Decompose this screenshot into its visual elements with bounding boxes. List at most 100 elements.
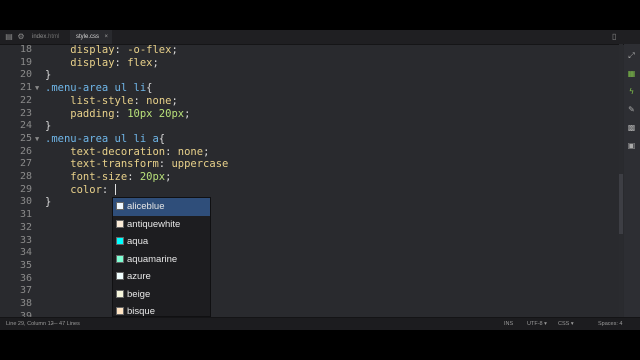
line-number: 32	[19, 221, 32, 233]
cursor-position[interactable]: Line 29, Column 12	[6, 318, 54, 330]
chart-icon[interactable]: ▦	[627, 69, 636, 78]
file-icon[interactable]: ▯	[612, 32, 620, 41]
color-swatch-icon	[116, 289, 124, 298]
code-line[interactable]: 30}	[0, 196, 615, 209]
tab-label-suffix: .html	[46, 34, 60, 40]
line-number: 21	[19, 82, 32, 94]
checker-icon[interactable]: ▩	[627, 123, 636, 132]
line-number: 36	[19, 272, 32, 284]
code-line[interactable]: 26 text-decoration: none;	[0, 146, 615, 159]
autocomplete-item[interactable]: azure	[113, 268, 210, 286]
encoding-select[interactable]: UTF-8 ▾	[527, 318, 547, 330]
code-line[interactable]: 32	[0, 222, 615, 235]
line-number: 19	[19, 56, 32, 68]
fold-arrow-icon[interactable]: ▼	[35, 133, 39, 146]
code-line[interactable]: 29 color:	[0, 184, 615, 197]
code-token: ;	[184, 107, 191, 120]
code-text: .menu-area ul li{	[45, 82, 152, 95]
code-line[interactable]: 35	[0, 260, 615, 273]
code-line[interactable]: 22 list-style: none;	[0, 95, 615, 108]
code-area[interactable]: 18 display: -o-flex; 19 display: flex; 20}…	[0, 44, 620, 322]
tab-index-html[interactable]: index.html	[26, 30, 70, 44]
fold-arrow-icon[interactable]: ▼	[35, 82, 39, 95]
code-token: :	[133, 94, 147, 107]
autocomplete-item[interactable]: bisque	[113, 303, 210, 316]
code-line[interactable]: 34	[0, 247, 615, 260]
tab-style-css[interactable]: style.css ×	[70, 30, 112, 44]
autocomplete-label: antiquewhite	[127, 218, 181, 230]
code-line[interactable]: 20}	[0, 69, 615, 82]
color-swatch-icon	[116, 272, 124, 280]
autocomplete-label: beige	[127, 288, 151, 300]
code-token: :	[114, 107, 128, 120]
code-token: :	[114, 56, 128, 69]
code-token: padding	[45, 107, 115, 120]
code-token: color	[45, 183, 102, 196]
code-token: display	[45, 56, 115, 69]
lightning-icon[interactable]: ϟ	[627, 87, 636, 96]
code-line[interactable]: 36	[0, 273, 615, 286]
code-line[interactable]: 27 text-transform: uppercase	[0, 158, 615, 171]
code-line[interactable]: 24}	[0, 120, 615, 133]
autocomplete-item[interactable]: aquamarine	[113, 251, 210, 269]
autocomplete-item[interactable]: beige	[113, 286, 210, 304]
doc-icon[interactable]: ▤	[4, 32, 14, 42]
extension-icon[interactable]: ⤢	[627, 51, 636, 60]
code-token: :	[127, 171, 140, 183]
code-line[interactable]: 37	[0, 285, 615, 298]
close-icon[interactable]: ×	[104, 30, 108, 44]
scrollbar[interactable]	[619, 44, 623, 317]
tab-label: style.css	[76, 34, 100, 40]
code-token: text-transform	[45, 158, 159, 171]
code-token: :	[158, 158, 172, 171]
code-token: }	[45, 69, 52, 82]
code-token: :	[114, 44, 128, 56]
code-line[interactable]: 25 ▼ .menu-area ul li a{	[0, 133, 615, 146]
line-number: 25	[19, 132, 32, 144]
box-icon[interactable]: ▣	[627, 141, 636, 150]
line-number: 20	[19, 69, 32, 81]
text-caret	[114, 184, 116, 196]
gear-icon[interactable]: ⚙	[16, 32, 26, 42]
line-number: 38	[19, 298, 32, 309]
code-text: text-decoration: none;	[45, 146, 209, 159]
code-token: {	[158, 132, 166, 145]
code-token: 20px	[139, 171, 166, 183]
insert-mode[interactable]: INS	[504, 318, 513, 330]
line-number: 35	[19, 259, 32, 271]
autocomplete-label: aqua	[127, 236, 149, 247]
code-line[interactable]: 23 padding: 10px 20px;	[0, 108, 615, 121]
line-number: 23	[19, 107, 32, 119]
code-line[interactable]: 31	[0, 209, 615, 222]
scroll-thumb[interactable]	[619, 174, 623, 234]
code-line[interactable]: 18 display: -o-flex;	[0, 44, 615, 57]
tab-label: index	[32, 34, 47, 40]
line-number: 33	[19, 234, 32, 246]
line-number: 34	[19, 247, 32, 259]
line-number: 37	[19, 285, 32, 297]
autocomplete-item[interactable]: aliceblue	[113, 198, 210, 216]
code-line[interactable]: 28 font-size: 20px;	[0, 171, 615, 184]
color-swatch-icon	[116, 307, 124, 315]
line-count: — 47 Lines	[52, 321, 80, 327]
line-number: 18	[19, 44, 32, 55]
line-number: 31	[19, 209, 32, 221]
language-select[interactable]: CSS ▾	[558, 318, 574, 330]
encoding-label: UTF-8	[527, 321, 543, 327]
code-text: display: -o-flex;	[45, 44, 178, 57]
color-swatch-icon	[116, 202, 124, 210]
code-token: ;	[165, 171, 172, 183]
autocomplete-list[interactable]: aliceblue antiquewhite aqua aquamarine azure…	[112, 197, 211, 317]
autocomplete-item[interactable]: aqua	[113, 233, 210, 251]
code-token: {	[146, 82, 153, 95]
code-line[interactable]: 33	[0, 235, 615, 248]
spaces-setting[interactable]: Spaces: 4	[598, 318, 622, 330]
code-line[interactable]: 19 display: flex;	[0, 57, 615, 70]
settings-icon[interactable]: ✎	[627, 105, 636, 114]
code-token: flex	[127, 56, 153, 69]
code-text: }	[45, 69, 51, 82]
code-line[interactable]: 21 ▼ .menu-area ul li{	[0, 82, 615, 95]
code-line[interactable]: 38	[0, 298, 615, 311]
code-text: }	[45, 120, 51, 133]
autocomplete-item[interactable]: antiquewhite	[113, 216, 210, 234]
